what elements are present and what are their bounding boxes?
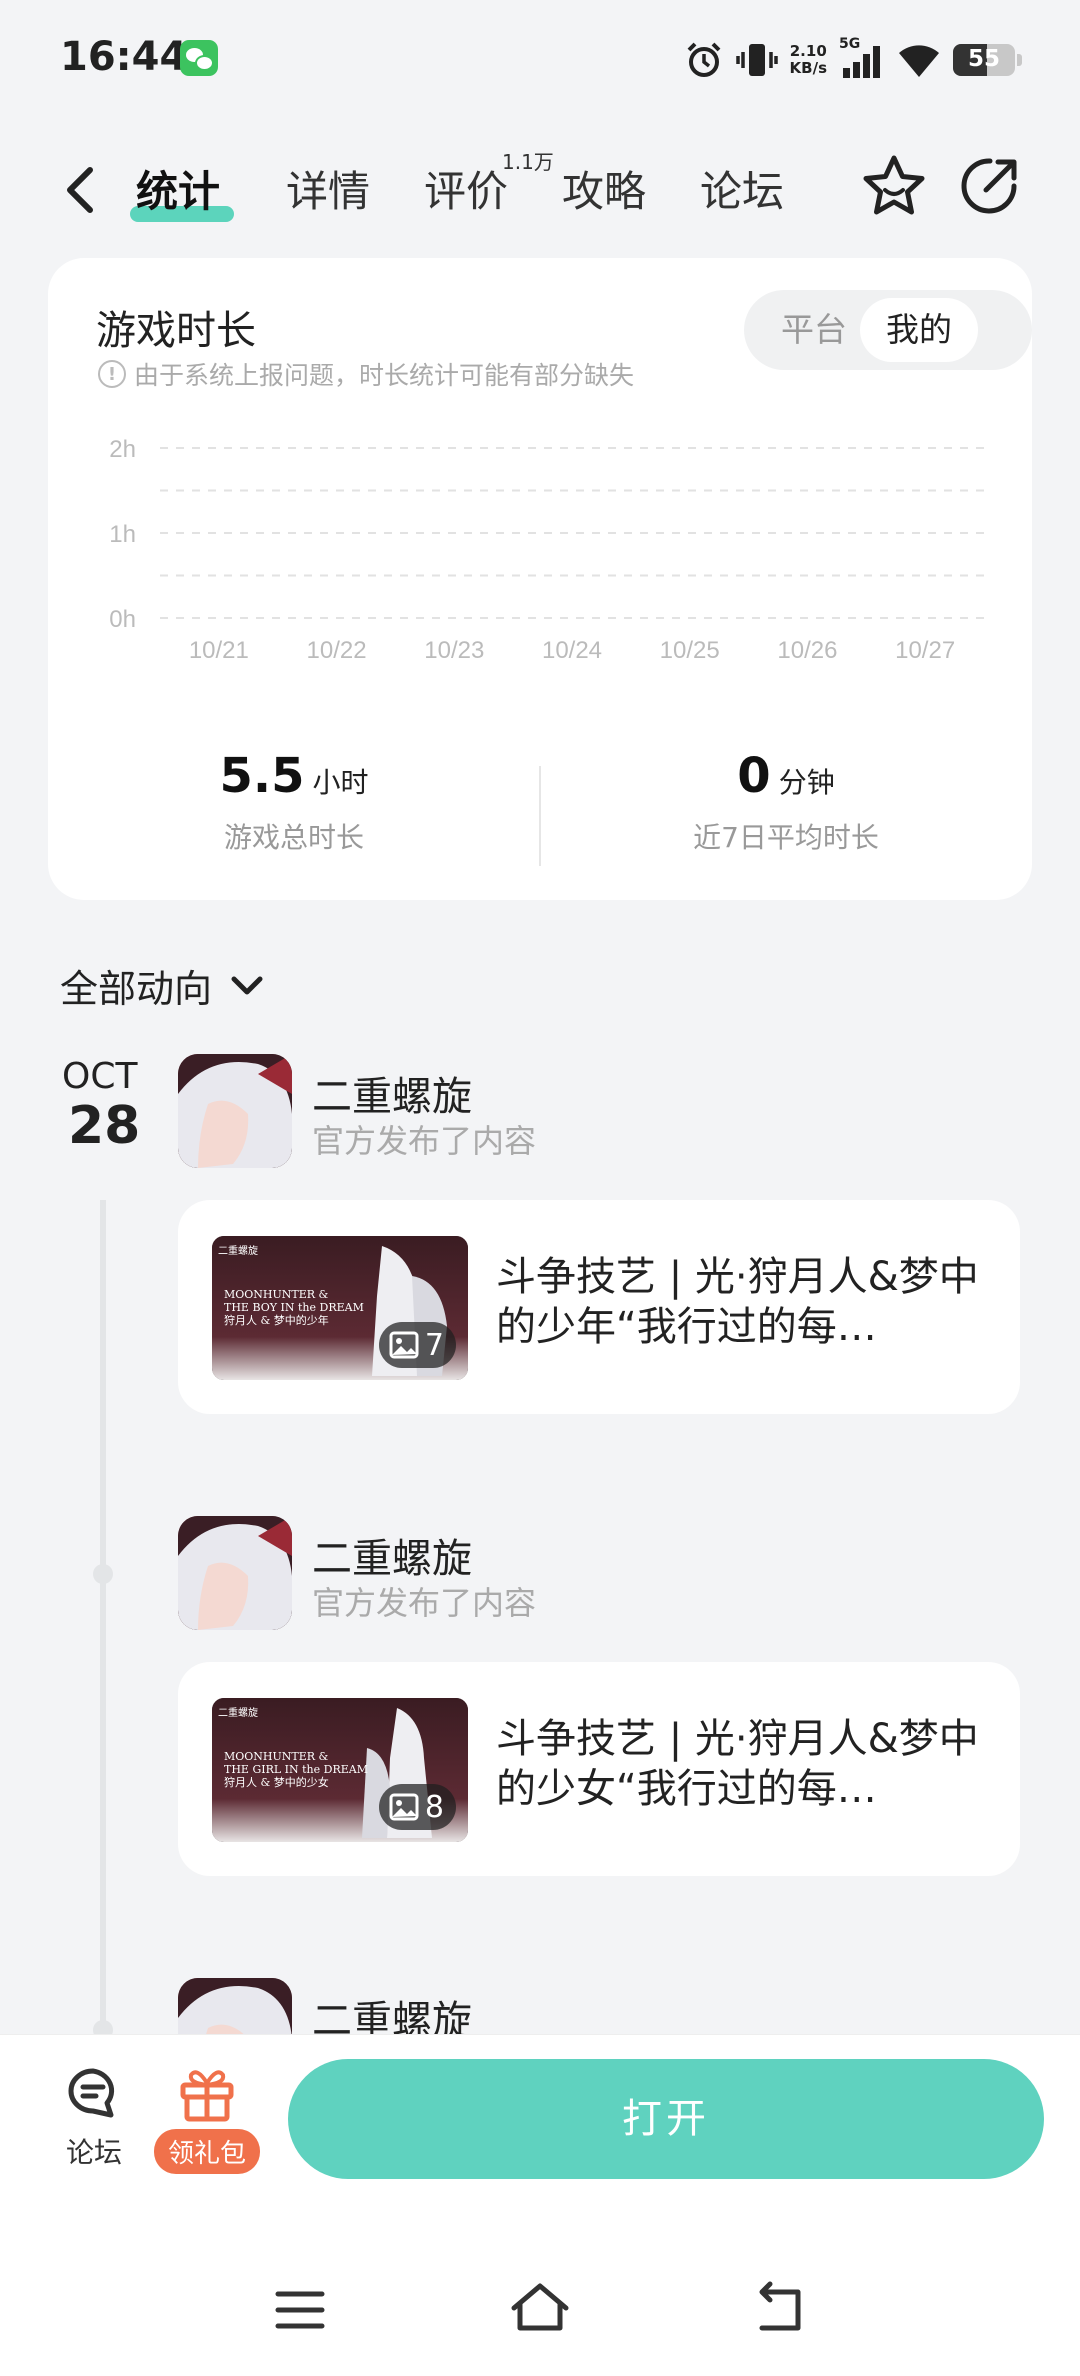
image-count: 8 — [424, 1789, 444, 1825]
top-nav: 统计 详情 评价 1.1万 攻略 论坛 — [0, 140, 1080, 240]
average-time-unit: 分钟 — [778, 766, 835, 799]
x-tick-label: 10/24 — [542, 637, 602, 664]
post-thumbnail: 二重螺旋 MOONHUNTER & THE BOY IN the DREAM 狩… — [212, 1236, 468, 1380]
total-time-stat: 5.5 小时 游戏总时长 — [48, 748, 540, 856]
tab-guides[interactable]: 攻略 — [562, 158, 646, 219]
card-notice: ! 由于系统上报问题，时长统计可能有部分缺失 — [98, 356, 634, 392]
gift-pack-button[interactable]: 领礼包 — [150, 2065, 264, 2174]
x-tick-label: 10/23 — [424, 637, 484, 664]
gift-icon — [180, 2070, 234, 2122]
y-tick-label: 0h — [109, 606, 136, 633]
alarm-icon — [687, 42, 720, 77]
forum-label: 论坛 — [65, 2136, 122, 2169]
tab-stats[interactable]: 统计 — [136, 158, 220, 219]
card-title: 游戏时长 — [96, 308, 256, 354]
thumbnail-caption: MOONHUNTER & THE GIRL IN the DREAM 狩月人 &… — [224, 1750, 368, 1789]
x-tick-label: 10/21 — [189, 637, 249, 664]
home-icon[interactable] — [508, 2278, 572, 2342]
total-time-value: 5.5 — [219, 748, 305, 804]
post-subtitle: 官方发布了内容 — [312, 1122, 537, 1160]
post-author: 二重螺旋 — [312, 1536, 472, 1582]
post-author: 二重螺旋 — [312, 1074, 472, 1120]
total-time-unit: 小时 — [312, 766, 369, 799]
source-toggle: 平台 我的 — [744, 290, 1032, 370]
image-icon — [389, 1331, 419, 1359]
wifi-icon — [899, 45, 939, 77]
status-time: 16:44 — [60, 34, 188, 80]
net-speed: 2.10 KB/s — [789, 42, 827, 77]
open-game-button[interactable]: 打开 — [288, 2059, 1044, 2179]
status-bar: 16:44 2.10 KB/s 5G 55 — [0, 0, 1080, 118]
share-icon[interactable] — [954, 150, 1026, 222]
post-title: 斗争技艺 | 光·狩月人&梦中的少女“我行过的每… — [496, 1716, 979, 1812]
y-tick-label: 1h — [109, 521, 136, 548]
y-tick-label: 2h — [109, 436, 136, 463]
x-tick-label: 10/25 — [660, 637, 720, 664]
image-count-badge: 7 — [378, 1322, 456, 1368]
feed-filter-dropdown[interactable]: 全部动向 — [60, 958, 264, 1013]
date-day: 28 — [68, 1096, 141, 1156]
thumbnail-tag: 二重螺旋 — [218, 1708, 258, 1719]
tab-forum[interactable]: 论坛 — [700, 158, 784, 219]
image-count-badge: 8 — [378, 1784, 456, 1830]
total-time-label: 游戏总时长 — [223, 821, 364, 854]
system-navigation — [0, 2260, 1080, 2370]
x-tick-label: 10/26 — [777, 637, 837, 664]
post-title: 斗争技艺 | 光·狩月人&梦中的少年“我行过的每… — [496, 1254, 979, 1350]
info-icon: ! — [98, 360, 126, 388]
battery-level: 55 — [967, 46, 1000, 72]
back-button[interactable] — [58, 162, 106, 218]
menu-icon[interactable] — [268, 2278, 332, 2342]
back-nav-icon[interactable] — [748, 2278, 812, 2342]
game-avatar — [178, 1516, 292, 1630]
thumbnail-caption: MOONHUNTER & THE BOY IN the DREAM 狩月人 & … — [224, 1288, 364, 1327]
timeline-dot — [93, 1564, 113, 1584]
x-tick-label: 10/27 — [895, 637, 955, 664]
reviews-count-badge: 1.1万 — [502, 150, 554, 174]
post-card[interactable]: 二重螺旋 MOONHUNTER & THE GIRL IN the DREAM … — [178, 1662, 1020, 1876]
chevron-down-icon — [231, 976, 263, 994]
forum-shortcut[interactable]: 论坛 — [56, 2065, 132, 2171]
battery-cap — [1017, 54, 1022, 66]
post-card[interactable]: 二重螺旋 MOONHUNTER & THE BOY IN the DREAM 狩… — [178, 1200, 1020, 1414]
favorite-star-icon[interactable] — [858, 150, 930, 222]
feed-filter-label: 全部动向 — [60, 967, 213, 1011]
signal-group: 5G — [839, 36, 885, 80]
thumbnail-tag: 二重螺旋 — [218, 1246, 258, 1257]
forum-chat-icon — [68, 2068, 115, 2118]
x-tick-label: 10/22 — [307, 637, 367, 664]
notice-text: 由于系统上报问题，时长统计可能有部分缺失 — [134, 361, 635, 390]
average-time-stat: 0 分钟 近7日平均时长 — [540, 748, 1032, 856]
game-avatar — [178, 1054, 292, 1168]
toggle-platform[interactable]: 平台 — [764, 298, 864, 362]
wechat-notification-icon — [180, 40, 218, 76]
gift-pack-label: 领礼包 — [153, 2129, 260, 2174]
timeline-line — [100, 1200, 106, 2040]
date-month: OCT — [62, 1056, 138, 1097]
image-count: 7 — [424, 1327, 444, 1363]
play-time-card: 游戏时长 ! 由于系统上报问题，时长统计可能有部分缺失 平台 我的 0h 1h 2h… — [48, 258, 1032, 900]
signal-icon — [843, 46, 880, 78]
tab-details[interactable]: 详情 — [286, 158, 370, 219]
post-thumbnail: 二重螺旋 MOONHUNTER & THE GIRL IN the DREAM … — [212, 1698, 468, 1842]
vibrate-icon — [735, 44, 778, 76]
average-time-label: 近7日平均时长 — [693, 821, 879, 854]
play-time-chart: 0h 1h 2h 10/21 10/22 10/23 10/24 10/25 10/26 10/2… — [109, 436, 984, 664]
image-icon — [389, 1793, 419, 1821]
status-indicators: 2.10 KB/s 5G 55 — [684, 36, 1022, 84]
average-time-value: 0 — [737, 748, 771, 804]
tab-reviews[interactable]: 评价 — [424, 158, 508, 219]
battery-icon: 55 — [953, 44, 1015, 76]
post-subtitle: 官方发布了内容 — [312, 1584, 537, 1622]
toggle-mine[interactable]: 我的 — [860, 298, 978, 362]
